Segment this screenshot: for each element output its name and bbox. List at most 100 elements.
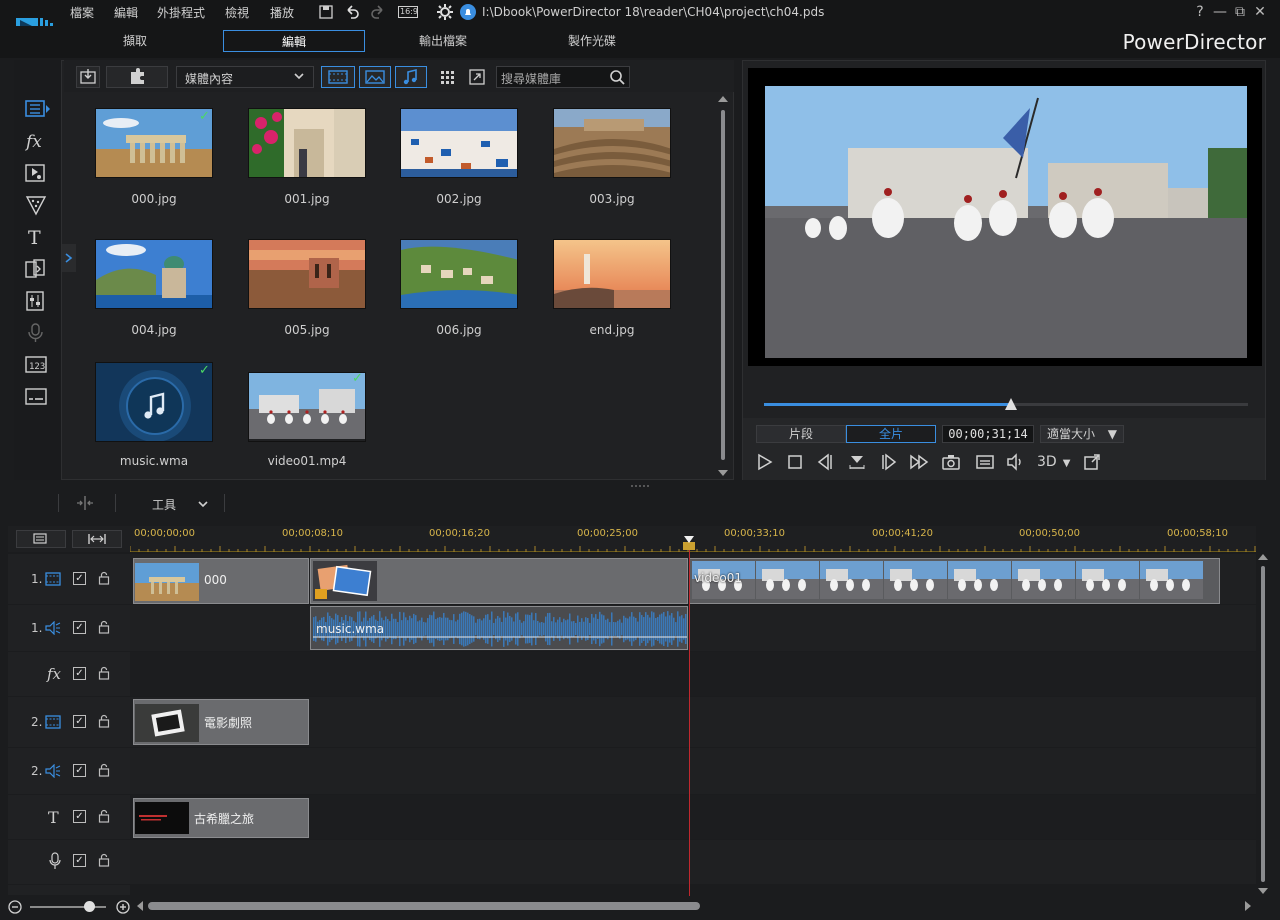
fit-timeline-button[interactable] [72, 530, 122, 548]
split-marker-icon[interactable] [847, 452, 867, 472]
play-icon[interactable] [754, 452, 774, 472]
timeline-clip-video[interactable]: video01 [689, 558, 1220, 604]
timecode-display[interactable]: 00;00;31;14 [942, 425, 1034, 443]
tab-edit[interactable]: 編輯 [223, 30, 365, 52]
zoom-slider-knob[interactable] [84, 901, 95, 912]
library-search-input[interactable]: 搜尋媒體庫 [496, 66, 630, 88]
fx-room-icon[interactable]: fx [24, 130, 50, 152]
timeline-clip-slideshow[interactable] [310, 558, 688, 604]
track-enable-checkbox[interactable]: ✓ [73, 572, 86, 585]
audio-mixing-room-icon[interactable] [24, 290, 50, 312]
import-media-button[interactable] [76, 66, 100, 88]
zoom-fit-select[interactable]: 適當大小 ▼ [1040, 425, 1124, 443]
volume-icon[interactable] [1005, 452, 1025, 472]
undock-preview-icon[interactable] [1082, 452, 1102, 472]
filter-image-button[interactable] [359, 66, 391, 88]
restore-button[interactable]: ⧉ [1232, 4, 1248, 20]
movie-mode-button[interactable]: 全片 [846, 425, 936, 443]
timeline-clip-pip[interactable]: 電影劇照 [133, 699, 309, 745]
track-enable-checkbox[interactable]: ✓ [73, 667, 86, 680]
settings-gear-icon[interactable] [437, 4, 453, 20]
playhead-handle[interactable] [683, 536, 695, 550]
lock-icon[interactable] [98, 853, 110, 867]
tab-produce[interactable]: 輸出檔案 [372, 30, 514, 52]
filter-video-button[interactable] [321, 66, 355, 88]
aspect-ratio-button[interactable]: 16:9 [398, 4, 428, 20]
timeline-clip-audio[interactable]: music.wma [310, 606, 688, 650]
fast-forward-icon[interactable] [909, 452, 929, 472]
transition-room-icon[interactable] [24, 258, 50, 280]
zoom-in-icon[interactable] [116, 900, 130, 914]
lock-icon[interactable] [98, 620, 110, 634]
expand-rooms-button[interactable] [62, 244, 76, 272]
subtitle-room-icon[interactable] [24, 386, 50, 408]
media-thumbnail[interactable] [95, 108, 213, 178]
chevron-down-icon [293, 69, 305, 83]
plugin-button[interactable] [106, 66, 168, 88]
media-thumbnail[interactable] [248, 239, 366, 309]
library-scrollbar[interactable] [718, 96, 728, 476]
track-manager-button[interactable] [16, 530, 66, 548]
next-frame-icon[interactable] [878, 452, 898, 472]
tab-create-disc[interactable]: 製作光碟 [521, 30, 663, 52]
media-room-icon[interactable] [24, 98, 50, 120]
library-filter-value: 媒體內容 [185, 72, 234, 86]
lock-icon[interactable] [98, 571, 110, 585]
track-enable-checkbox[interactable]: ✓ [73, 810, 86, 823]
redo-icon[interactable] [370, 4, 386, 20]
zoom-out-icon[interactable] [8, 900, 22, 914]
voice-over-room-icon[interactable] [24, 322, 50, 344]
subtitle-icon[interactable] [975, 452, 995, 472]
menu-plugins[interactable]: 外掛程式 [157, 4, 205, 21]
pip-room-icon[interactable] [24, 162, 50, 184]
timeline-clip-title[interactable]: 古希臘之旅 [133, 798, 309, 838]
title-room-icon[interactable]: T [24, 226, 50, 248]
lock-icon[interactable] [98, 809, 110, 823]
timeline-vertical-scrollbar[interactable] [1258, 554, 1268, 894]
timeline-horizontal-scroll-thumb[interactable] [148, 902, 700, 910]
grid-view-icon[interactable] [438, 68, 456, 86]
save-icon[interactable] [318, 4, 334, 20]
menu-play[interactable]: 播放 [270, 4, 294, 21]
scroll-left-icon[interactable] [136, 901, 144, 911]
preview-seek-knob[interactable] [1005, 398, 1017, 410]
lock-icon[interactable] [98, 666, 110, 680]
media-thumbnail[interactable] [248, 108, 366, 178]
media-thumbnail[interactable] [400, 239, 518, 309]
undo-icon[interactable] [344, 4, 360, 20]
previous-frame-icon[interactable] [816, 452, 836, 472]
media-thumbnail[interactable] [553, 239, 671, 309]
timeline-clip-image[interactable]: 000 [133, 558, 309, 604]
media-thumbnail[interactable] [95, 239, 213, 309]
minimize-button[interactable]: — [1212, 4, 1228, 20]
snapshot-camera-icon[interactable] [941, 452, 961, 472]
notification-icon[interactable] [460, 4, 476, 20]
menu-file[interactable]: 檔案 [70, 4, 94, 21]
close-button[interactable]: ✕ [1252, 4, 1268, 20]
media-thumbnail[interactable] [400, 108, 518, 178]
lock-icon[interactable] [98, 714, 110, 728]
track-enable-checkbox[interactable]: ✓ [73, 764, 86, 777]
search-icon[interactable] [609, 69, 625, 85]
expand-library-icon[interactable] [468, 68, 486, 86]
help-button[interactable]: ? [1192, 4, 1208, 20]
media-thumbnail[interactable] [553, 108, 671, 178]
filter-audio-button[interactable] [395, 66, 427, 88]
particle-room-icon[interactable] [24, 194, 50, 216]
clip-mode-button[interactable]: 片段 [756, 425, 846, 443]
library-filter-dropdown[interactable]: 媒體內容 [176, 66, 314, 88]
menu-view[interactable]: 檢視 [225, 4, 249, 21]
tab-capture[interactable]: 擷取 [64, 30, 206, 52]
track-enable-checkbox[interactable]: ✓ [73, 621, 86, 634]
scroll-right-icon[interactable] [1244, 901, 1252, 911]
stop-icon[interactable] [785, 452, 805, 472]
track-enable-checkbox[interactable]: ✓ [73, 854, 86, 867]
lock-icon[interactable] [98, 763, 110, 777]
media-thumbnail[interactable] [248, 372, 366, 442]
media-thumbnail[interactable] [95, 362, 213, 442]
chapter-room-icon[interactable]: 123 [24, 354, 50, 376]
stereo-3d-toggle[interactable]: 3D ▼ [1037, 454, 1070, 470]
split-clip-icon[interactable] [74, 494, 96, 512]
track-enable-checkbox[interactable]: ✓ [73, 715, 86, 728]
menu-edit[interactable]: 編輯 [114, 4, 138, 21]
